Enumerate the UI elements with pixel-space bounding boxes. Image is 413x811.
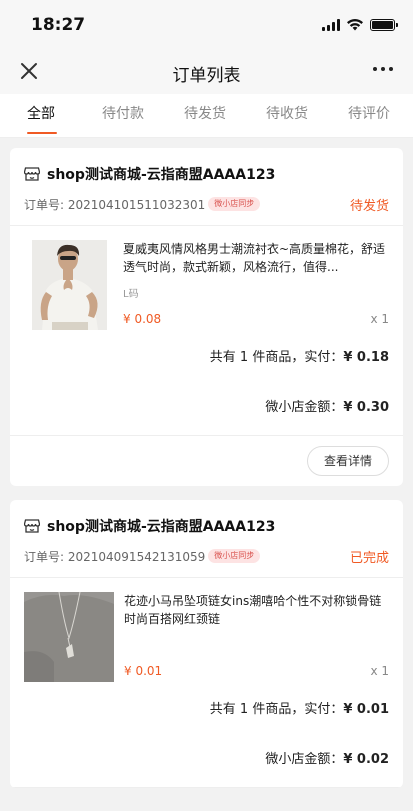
tab-pending-shipment[interactable]: 待发货 bbox=[164, 94, 246, 137]
status-time: 18:27 bbox=[31, 15, 86, 35]
micro-store-amount: 微小店金额：¥ 0.30 bbox=[10, 380, 403, 436]
order-actions: 查看详情 bbox=[10, 436, 403, 486]
order-summary: 共有 1 件商品，实付：¥ 0.01 bbox=[10, 688, 403, 732]
order-status: 已完成 bbox=[349, 550, 389, 566]
product-image bbox=[32, 240, 107, 330]
order-summary: 共有 1 件商品，实付：¥ 0.18 bbox=[10, 336, 403, 380]
summary-amount: ¥ 0.01 bbox=[343, 702, 389, 717]
product-item[interactable]: 花迹小马吊坠项链女ins潮嘻哈个性不对称锁骨链时尚百搭网红颈链 ¥ 0.01 x… bbox=[10, 578, 403, 688]
product-info: 夏威夷风情风格男士潮流衬衣~高质量棉花，舒适透气时尚，款式新颖，风格流行，值得.… bbox=[123, 240, 389, 336]
product-item[interactable]: 夏威夷风情风格男士潮流衬衣~高质量棉花，舒适透气时尚，款式新颖，风格流行，值得.… bbox=[10, 226, 403, 336]
micro-store-label: 微小店金额： bbox=[265, 752, 344, 767]
order-tabs: 全部 待付款 待发货 待收货 待评价 bbox=[0, 94, 413, 138]
product-image bbox=[24, 592, 114, 682]
wifi-icon bbox=[347, 19, 363, 31]
product-name: 夏威夷风情风格男士潮流衬衣~高质量棉花，舒适透气时尚，款式新颖，风格流行，值得.… bbox=[123, 242, 386, 274]
order-status: 待发货 bbox=[349, 198, 389, 214]
micro-store-value: ¥ 0.02 bbox=[343, 752, 389, 767]
sync-badge: 微小店同步 bbox=[208, 549, 261, 563]
order-list: shop测试商城-云指商盟AAAA123 订单号: 20210410151103… bbox=[0, 138, 413, 788]
product-quantity: x 1 bbox=[370, 664, 389, 678]
sync-badge: 微小店同步 bbox=[208, 197, 261, 211]
shop-icon bbox=[24, 519, 40, 533]
summary-label: 共有 1 件商品，实付： bbox=[209, 350, 344, 365]
shop-name: shop测试商城-云指商盟AAAA123 bbox=[47, 519, 276, 535]
product-name: 花迹小马吊坠项链女ins潮嘻哈个性不对称锁骨链时尚百搭网红颈链 bbox=[124, 594, 382, 626]
micro-store-amount: 微小店金额：¥ 0.02 bbox=[10, 732, 403, 788]
micro-store-label: 微小店金额： bbox=[265, 400, 344, 415]
view-details-button[interactable]: 查看详情 bbox=[306, 446, 389, 476]
product-info: 花迹小马吊坠项链女ins潮嘻哈个性不对称锁骨链时尚百搭网红颈链 ¥ 0.01 x… bbox=[124, 592, 389, 688]
summary-amount: ¥ 0.18 bbox=[343, 350, 389, 365]
product-price: ¥ 0.01 bbox=[124, 664, 163, 678]
order-meta: 订单号: 20210409154213105​9 微小店同步 已完成 bbox=[24, 546, 389, 566]
shop-row[interactable]: shop测试商城-云指商盟AAAA123 bbox=[24, 162, 389, 186]
shop-row[interactable]: shop测试商城-云指商盟AAAA123 bbox=[24, 514, 389, 538]
order-card: shop测试商城-云指商盟AAAA123 订单号: 20210409154213… bbox=[10, 500, 403, 788]
order-card: shop测试商城-云指商盟AAAA123 订单号: 20210410151103… bbox=[10, 148, 403, 486]
shop-name: shop测试商城-云指商盟AAAA123 bbox=[47, 167, 276, 183]
page-title: 订单列表 bbox=[172, 66, 241, 86]
signal-icon bbox=[322, 18, 340, 31]
summary-label: 共有 1 件商品，实付： bbox=[209, 702, 344, 717]
order-header: shop测试商城-云指商盟AAAA123 订单号: 20210410151103… bbox=[10, 148, 403, 226]
nav-bar: 订单列表 bbox=[0, 48, 413, 94]
micro-store-value: ¥ 0.30 bbox=[343, 400, 389, 415]
shop-icon bbox=[24, 167, 40, 181]
tab-pending-review[interactable]: 待评价 bbox=[328, 94, 410, 137]
order-number: 订单号: 20210409154213105​9 bbox=[24, 549, 206, 564]
product-spec: L码 bbox=[123, 289, 139, 300]
order-meta: 订单号: 20210410151103230​1 微小店同步 待发货 bbox=[24, 194, 389, 214]
order-header: shop测试商城-云指商盟AAAA123 订单号: 20210409154213… bbox=[10, 500, 403, 578]
tab-pending-payment[interactable]: 待付款 bbox=[82, 94, 164, 137]
order-number: 订单号: 20210410151103230​1 bbox=[24, 197, 206, 212]
product-price: ¥ 0.08 bbox=[123, 312, 162, 326]
tab-pending-receipt[interactable]: 待收货 bbox=[246, 94, 328, 137]
status-icons bbox=[322, 18, 398, 31]
status-bar: 18:27 bbox=[0, 0, 413, 48]
battery-icon bbox=[370, 18, 398, 31]
more-icon[interactable] bbox=[373, 67, 393, 71]
product-quantity: x 1 bbox=[370, 312, 389, 326]
tab-all[interactable]: 全部 bbox=[0, 94, 82, 137]
